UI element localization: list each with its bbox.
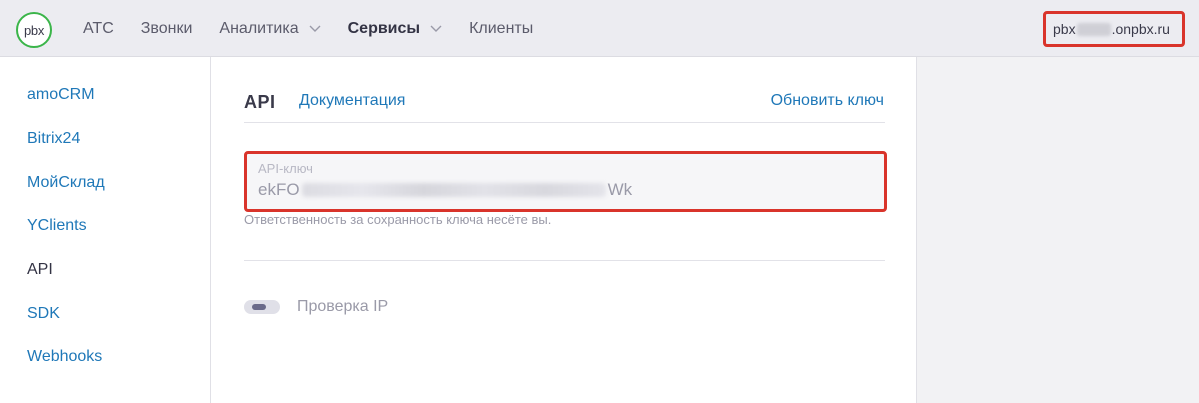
services-sidebar: amoCRM Bitrix24 МойСклад YClients API SD… xyxy=(0,57,211,403)
api-panel: API Документация Обновить ключ API-ключ … xyxy=(211,57,917,403)
key-prefix: ekFO xyxy=(258,180,300,199)
pbx-logo[interactable]: pbx xyxy=(16,12,52,48)
redacted-blur xyxy=(1076,22,1111,36)
nav-item-clients[interactable]: Клиенты xyxy=(469,20,533,38)
ip-check-toggle[interactable] xyxy=(244,300,280,314)
domain-prefix: pbx xyxy=(1053,21,1076,37)
sidebar-item-yclients[interactable]: YClients xyxy=(27,217,87,235)
redacted-blur xyxy=(301,183,606,197)
chevron-down-icon xyxy=(430,25,442,32)
domain-suffix: .onpbx.ru xyxy=(1111,21,1170,37)
refresh-key-link[interactable]: Обновить ключ xyxy=(771,92,884,110)
nav-item-analytics[interactable]: Аналитика xyxy=(219,19,321,38)
documentation-link[interactable]: Документация xyxy=(299,92,405,110)
key-suffix: Wk xyxy=(607,180,633,199)
page-title: API xyxy=(244,92,276,112)
sidebar-item-moysklad[interactable]: МойСклад xyxy=(27,174,105,192)
api-key-label: API-ключ xyxy=(258,161,313,176)
nav-label: Звонки xyxy=(140,19,193,37)
sidebar-item-bitrix24[interactable]: Bitrix24 xyxy=(27,130,80,148)
nav-label: АТС xyxy=(83,19,114,37)
api-key-field[interactable]: API-ключ ekFO Wk xyxy=(244,151,887,212)
logo-text: pbx xyxy=(23,22,45,38)
main-nav: АТС Звонки Аналитика Сервисы Клиенты xyxy=(83,0,560,57)
sidebar-item-api[interactable]: API xyxy=(27,261,53,279)
sidebar-item-amocrm[interactable]: amoCRM xyxy=(27,86,95,104)
top-navigation-bar: pbx АТС Звонки Аналитика Сервисы Клиенты… xyxy=(0,0,1199,57)
account-domain[interactable]: pbx .onpbx.ru xyxy=(1043,11,1185,47)
sidebar-item-webhooks[interactable]: Webhooks xyxy=(27,348,102,366)
api-key-value[interactable]: ekFO Wk xyxy=(258,180,632,200)
nav-item-services[interactable]: Сервисы xyxy=(348,20,442,38)
nav-item-ats[interactable]: АТС xyxy=(83,20,114,38)
toggle-knob xyxy=(252,304,266,310)
divider xyxy=(244,122,885,123)
sidebar-item-sdk[interactable]: SDK xyxy=(27,305,60,323)
api-key-hint: Ответственность за сохранность ключа нес… xyxy=(244,212,552,227)
nav-label: Аналитика xyxy=(219,19,299,37)
nav-item-calls[interactable]: Звонки xyxy=(141,20,193,38)
empty-right-pane xyxy=(918,57,1199,403)
nav-label: Клиенты xyxy=(469,19,534,37)
nav-label: Сервисы xyxy=(347,19,421,37)
ip-check-label: Проверка IP xyxy=(297,298,389,315)
chevron-down-icon xyxy=(309,25,321,32)
divider xyxy=(244,260,885,261)
